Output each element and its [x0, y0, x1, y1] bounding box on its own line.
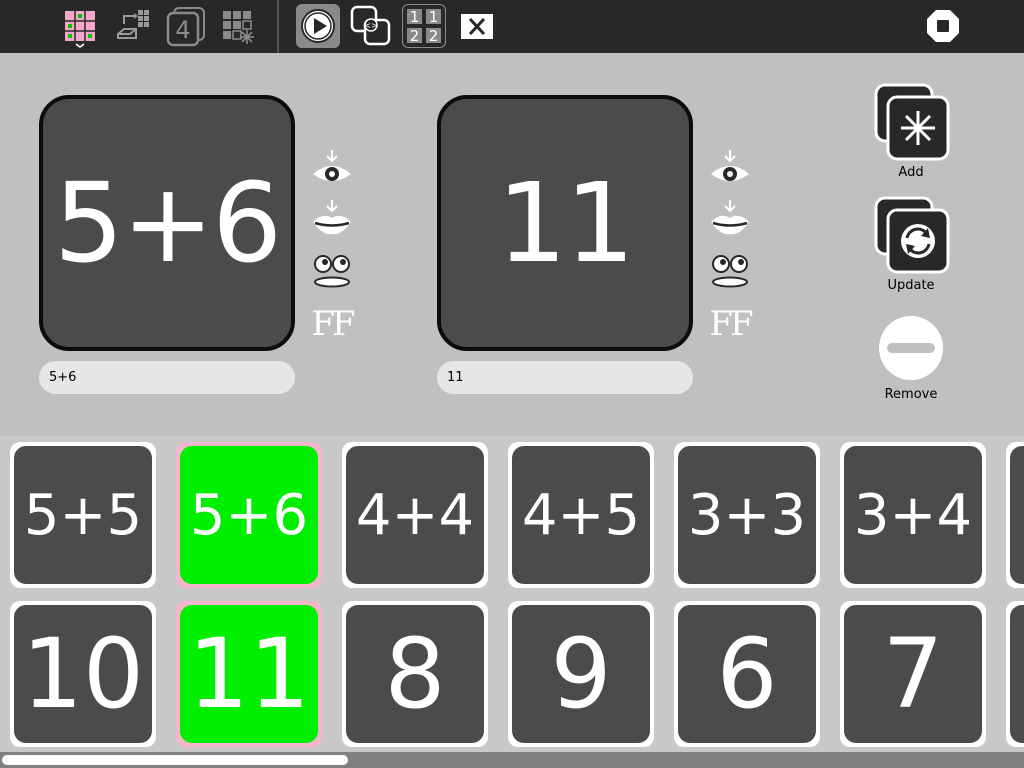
card-editor: 5+6 FF 11 — [0, 53, 1024, 436]
grid-digit: 2 — [429, 27, 439, 45]
font-icon-label: FF — [709, 304, 753, 344]
grid-digit: 2 — [410, 27, 420, 45]
stop-icon[interactable] — [921, 4, 965, 48]
card-right-text-field[interactable] — [437, 361, 693, 394]
grid-card[interactable]: 7 — [840, 601, 986, 747]
grid-card-text: 2 — [1010, 446, 1024, 584]
grid-card[interactable]: 3+4 — [840, 442, 986, 588]
eye-icon[interactable] — [709, 148, 751, 190]
grid-card[interactable]: 2 — [1006, 442, 1024, 588]
grid-card[interactable]: 3+3 — [674, 442, 820, 588]
svg-text:<>: <> — [364, 21, 377, 30]
grid-card[interactable] — [1006, 601, 1024, 747]
card-preview-left-text: 5+6 — [53, 159, 282, 287]
number-four-icon[interactable]: 4 — [164, 4, 208, 48]
grid-card-text: 3+4 — [844, 446, 982, 584]
grid-card-text: 11 — [180, 605, 318, 743]
font-icon-label: FF — [311, 304, 355, 344]
svg-text:4: 4 — [175, 16, 190, 44]
grid-card-text: 5+6 — [180, 446, 318, 584]
grid-card[interactable]: 5+5 — [10, 442, 156, 588]
mouth-speak-icon[interactable] — [311, 198, 353, 240]
grid-card[interactable]: 6 — [674, 601, 820, 747]
mouth-speak-icon[interactable] — [709, 198, 751, 240]
face-icon[interactable] — [311, 248, 353, 290]
grid-card-text: 5+5 — [14, 446, 152, 584]
remove-label: Remove — [884, 387, 938, 402]
card-grid: 5+5 5+6 4+4 4+5 3+3 3+4 2 10 11 8 9 6 7 — [0, 436, 1024, 752]
font-icon[interactable]: FF — [709, 303, 753, 345]
scrollbar-thumb[interactable] — [2, 755, 348, 765]
grid-card-text: 7 — [844, 605, 982, 743]
grid-card-selected[interactable]: 5+6 — [176, 442, 322, 588]
close-icon[interactable] — [455, 4, 499, 48]
grid-card[interactable]: 9 — [508, 601, 654, 747]
grid-card-text: 9 — [512, 605, 650, 743]
grid-digit: 1 — [429, 8, 439, 26]
update-label: Update — [887, 278, 935, 293]
font-icon[interactable]: FF — [311, 303, 355, 345]
grid-card[interactable]: 8 — [342, 601, 488, 747]
activity-icon[interactable] — [58, 4, 102, 48]
grid-card-text: 4+4 — [346, 446, 484, 584]
add-label: Add — [898, 165, 924, 180]
grid-card-text: 4+5 — [512, 446, 650, 584]
grid-tool-icon[interactable] — [216, 4, 260, 48]
remove-card-button[interactable]: Remove — [866, 315, 956, 402]
grid-card-text: 10 — [14, 605, 152, 743]
toolbar: 4 <> 1 1 2 2 — [0, 0, 1024, 53]
horizontal-scrollbar[interactable] — [0, 752, 1024, 768]
update-card-button[interactable]: Update — [866, 194, 956, 293]
card-preview-left: 5+6 — [39, 95, 295, 351]
card-preview-right-text: 11 — [497, 159, 635, 287]
number-grid-icon[interactable]: 1 1 2 2 — [402, 4, 446, 48]
grid-card[interactable]: 10 — [10, 601, 156, 747]
import-export-icon[interactable] — [112, 4, 156, 48]
grid-card[interactable]: 4+4 — [342, 442, 488, 588]
grid-card-text — [1010, 605, 1024, 743]
face-icon[interactable] — [709, 248, 751, 290]
card-left-text-field[interactable] — [39, 361, 295, 394]
grid-card-text: 3+3 — [678, 446, 816, 584]
grid-card-selected[interactable]: 11 — [176, 601, 322, 747]
card-preview-right: 11 — [437, 95, 693, 351]
grid-card-text: 8 — [346, 605, 484, 743]
grid-card-text: 6 — [678, 605, 816, 743]
grid-card[interactable]: 4+5 — [508, 442, 654, 588]
refresh-icon — [874, 196, 950, 274]
toolbar-separator — [277, 0, 279, 53]
play-button-icon[interactable] — [296, 4, 340, 48]
remove-icon — [879, 316, 943, 380]
grid-digit: 1 — [410, 8, 420, 26]
add-card-button[interactable]: Add — [866, 81, 956, 180]
eye-icon[interactable] — [311, 148, 353, 190]
add-icon — [874, 83, 950, 161]
compare-pairs-icon[interactable]: <> — [349, 4, 393, 48]
